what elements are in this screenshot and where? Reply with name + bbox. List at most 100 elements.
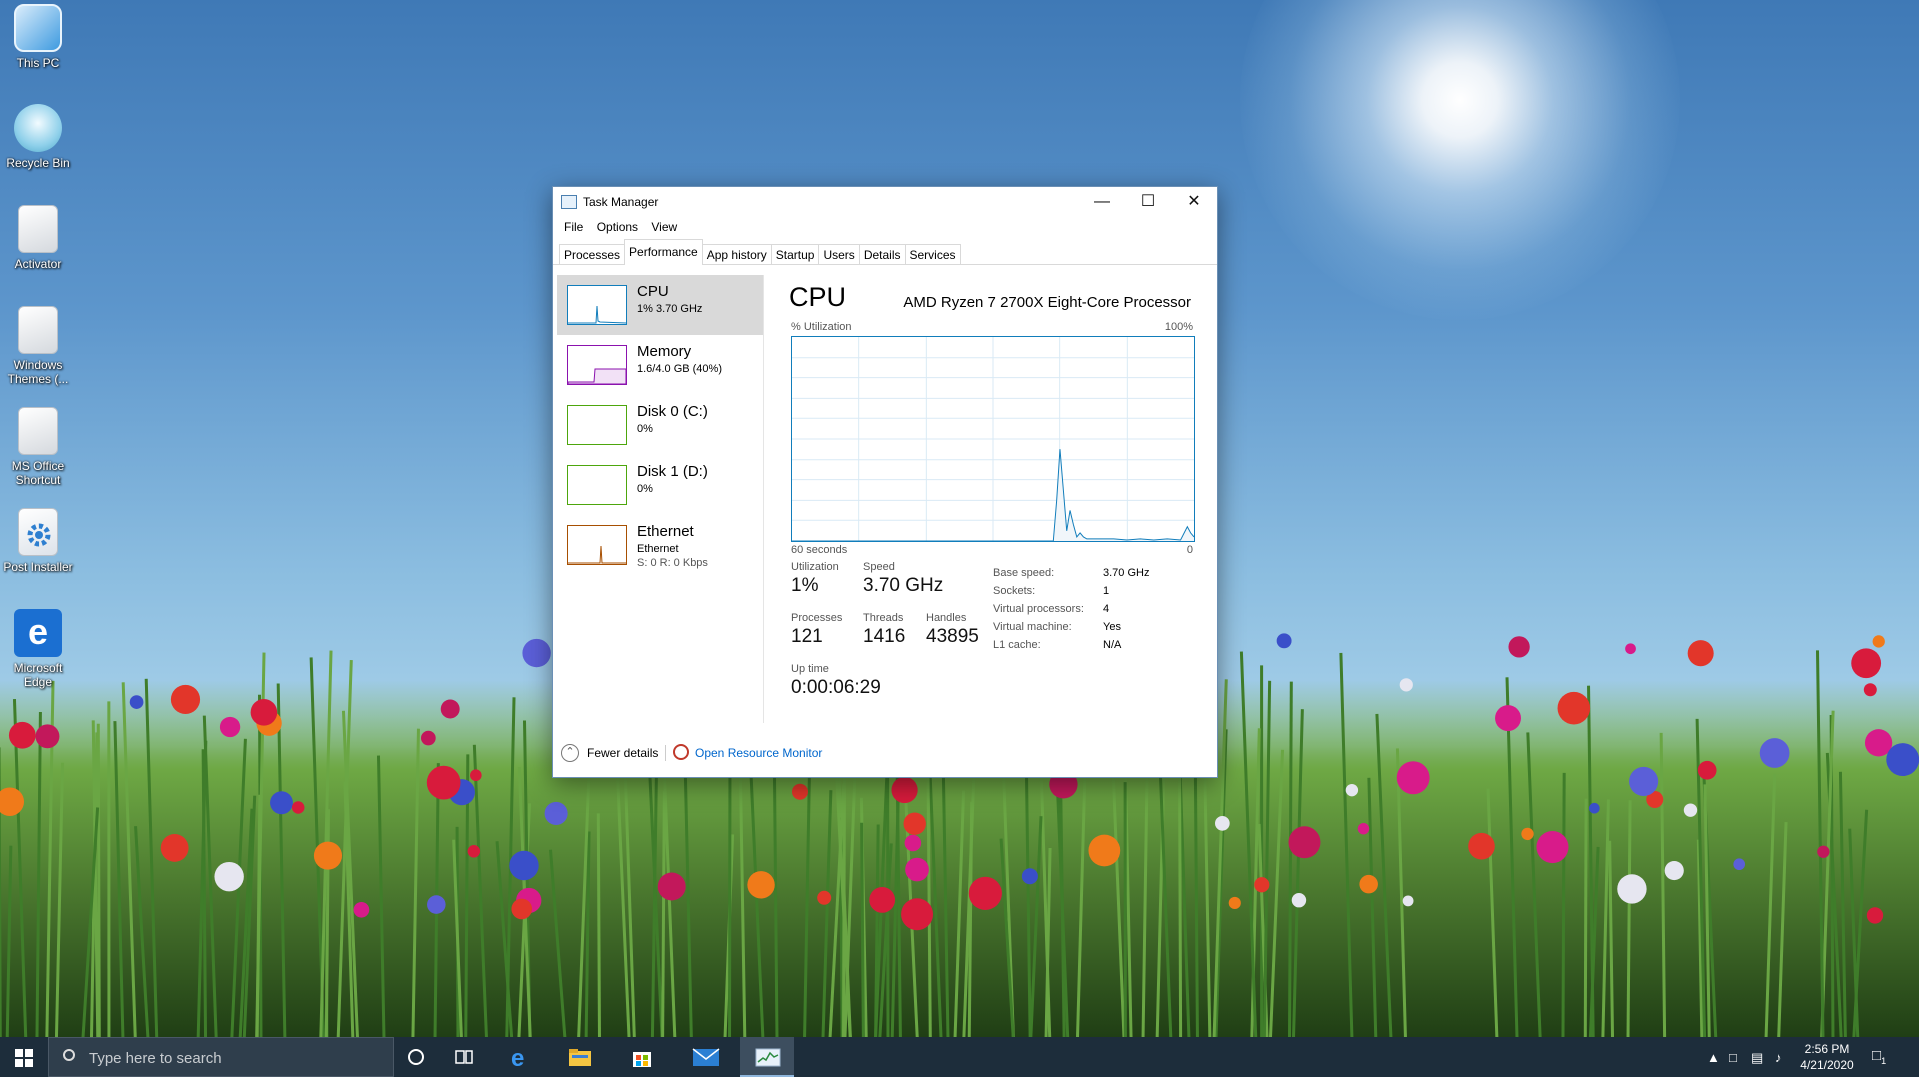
flower — [1228, 896, 1241, 910]
desktop-icon-this-pc[interactable]: This PC — [0, 4, 76, 70]
flower — [467, 845, 481, 858]
desktop-icon-ms-office-shortcut[interactable]: MS Office Shortcut — [0, 407, 76, 487]
flower — [353, 901, 370, 918]
sockets-label: Sockets: — [993, 585, 1036, 597]
flower — [904, 834, 922, 852]
folder-icon — [568, 1046, 592, 1068]
maximize-button[interactable]: ☐ — [1125, 187, 1171, 217]
resource-ethernet[interactable]: Ethernet Ethernet S: 0 R: 0 Kbps — [557, 515, 763, 575]
flower — [1557, 691, 1591, 725]
tab-app-history[interactable]: App history — [701, 244, 772, 264]
resource-memory[interactable]: Memory 1.6/4.0 GB (40%) — [557, 335, 763, 395]
flower — [1588, 802, 1600, 814]
menu-options[interactable]: Options — [592, 217, 643, 237]
file-icon — [18, 205, 58, 253]
virtual-machine-label: Virtual machine: — [993, 621, 1072, 633]
flower — [657, 872, 686, 901]
desktop-icon-label: Recycle Bin — [6, 156, 70, 170]
resource-name: Disk 0 (C:) — [637, 403, 708, 420]
grass-stalk — [1626, 800, 1632, 1037]
search-placeholder: Type here to search — [89, 1050, 222, 1067]
flower — [129, 695, 144, 709]
tab-performance[interactable]: Performance — [624, 239, 703, 265]
open-resource-monitor-link[interactable]: Open Resource Monitor — [695, 746, 822, 760]
tab-users[interactable]: Users — [818, 244, 860, 264]
tab-details[interactable]: Details — [858, 244, 906, 264]
taskbar-store[interactable] — [618, 1037, 666, 1077]
taskbar-clock[interactable]: 2:56 PM 4/21/2020 — [1794, 1041, 1860, 1073]
flower — [1759, 738, 1790, 768]
action-center-icon[interactable]: □1 — [1872, 1047, 1886, 1066]
close-button[interactable]: ✕ — [1171, 187, 1217, 217]
taskbar-file-explorer[interactable] — [556, 1037, 604, 1077]
desktop-icon-windows-themes[interactable]: Windows Themes (... — [0, 306, 76, 386]
flower — [291, 801, 305, 814]
cortana-circle-icon — [404, 1046, 428, 1068]
flower — [903, 812, 926, 835]
chevron-up-icon[interactable]: ⌃ — [561, 744, 579, 762]
tab-services[interactable]: Services — [904, 244, 961, 264]
flower — [1629, 766, 1659, 796]
flower — [1617, 874, 1647, 904]
flower — [1088, 834, 1121, 867]
virtual-machine-value: Yes — [1103, 621, 1121, 633]
footer-separator — [665, 745, 666, 761]
processes-label: Processes — [791, 612, 843, 624]
flower — [968, 876, 1002, 910]
show-hidden-icons-chevron-icon[interactable]: ▲ — [1707, 1050, 1720, 1065]
start-button[interactable] — [0, 1037, 48, 1077]
virtual-processors-label: Virtual processors: — [993, 603, 1084, 615]
flower — [901, 898, 934, 931]
taskbar-mail[interactable] — [680, 1037, 728, 1077]
tab-startup[interactable]: Startup — [770, 244, 820, 264]
volume-icon[interactable]: ♪ — [1775, 1050, 1782, 1065]
resource-disk-1[interactable]: Disk 1 (D:) 0% — [557, 455, 763, 515]
flower — [817, 890, 832, 905]
flower — [905, 857, 929, 882]
graph-x-axis-end: 0 — [1186, 544, 1193, 556]
desktop-icon-microsoft-edge[interactable]: e Microsoft Edge — [0, 609, 76, 689]
flower — [1508, 636, 1530, 658]
minimize-button[interactable]: — — [1079, 187, 1125, 217]
resource-cpu[interactable]: CPU 1% 3.70 GHz — [557, 275, 763, 335]
flower — [250, 699, 278, 726]
menu-file[interactable]: File — [559, 217, 588, 237]
desktop-icon-recycle-bin[interactable]: Recycle Bin — [0, 104, 76, 170]
network-icon[interactable]: ▤ — [1751, 1050, 1763, 1066]
virtual-processors-value: 4 — [1103, 603, 1110, 615]
resource-throughput: S: 0 R: 0 Kbps — [637, 557, 708, 569]
tablet-mode-icon[interactable]: □ — [1729, 1050, 1737, 1065]
flower — [470, 769, 482, 782]
flower — [1697, 760, 1717, 780]
flower — [1521, 827, 1534, 841]
desktop-icon-activator[interactable]: Activator — [0, 205, 76, 271]
fewer-details-link[interactable]: Fewer details — [587, 746, 658, 760]
flower — [747, 871, 775, 899]
title-bar[interactable]: Task Manager — ☐ ✕ — [553, 187, 1217, 217]
menu-view[interactable]: View — [646, 217, 682, 237]
pane-divider[interactable] — [763, 275, 764, 723]
flower — [219, 716, 241, 738]
flower — [8, 721, 36, 749]
flower — [891, 776, 918, 804]
cortana-button[interactable] — [392, 1037, 440, 1077]
flower — [1851, 648, 1882, 679]
task-view-button[interactable] — [440, 1037, 488, 1077]
resource-monitor-icon[interactable] — [673, 744, 689, 760]
taskbar-task-manager[interactable] — [740, 1037, 794, 1077]
computer-icon — [14, 4, 62, 52]
flower — [1687, 640, 1714, 667]
flower — [426, 765, 461, 800]
taskbar-edge[interactable]: e — [496, 1037, 544, 1077]
desktop-icon-label: Windows Themes (... — [7, 358, 69, 386]
cpu-thumbnail-graph — [567, 285, 627, 325]
svg-text:e: e — [511, 1046, 524, 1068]
tab-processes[interactable]: Processes — [559, 244, 626, 264]
flower — [1625, 643, 1636, 655]
sun-glow — [1240, 0, 1680, 320]
taskbar-search-box[interactable]: Type here to search — [48, 1037, 394, 1077]
desktop-icon-post-installer[interactable]: Post Installer — [0, 508, 76, 574]
l1-cache-value: N/A — [1103, 639, 1122, 651]
desktop-icon-label: Microsoft Edge — [13, 661, 63, 689]
resource-disk-0[interactable]: Disk 0 (C:) 0% — [557, 395, 763, 455]
